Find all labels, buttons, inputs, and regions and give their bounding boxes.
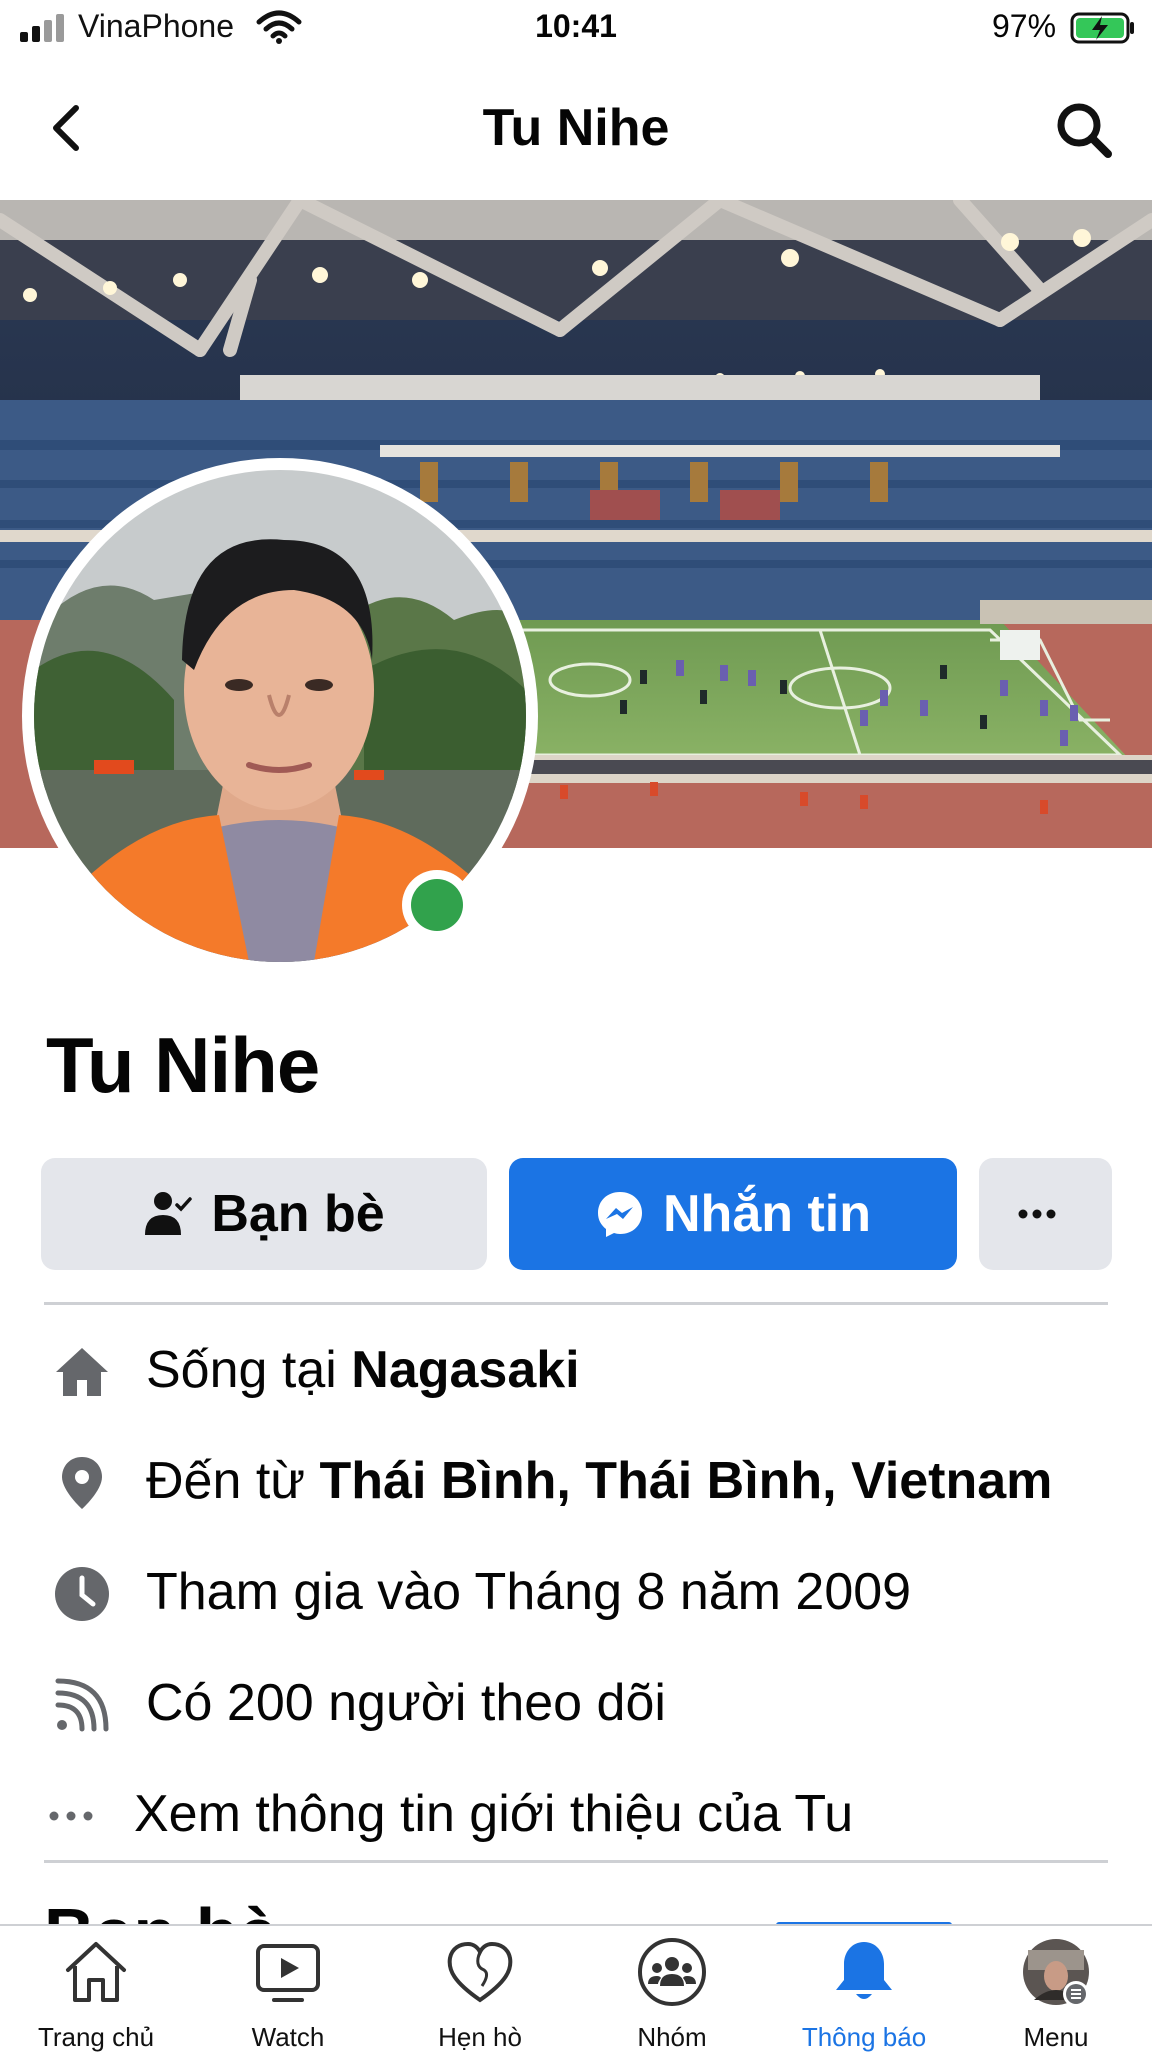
more-options-button[interactable] (979, 1158, 1112, 1270)
more-dots-icon (49, 1811, 93, 1821)
message-button-label: Nhắn tin (663, 1185, 871, 1243)
tab-home-label: Trang chủ (37, 2022, 155, 2052)
friends-button[interactable]: Bạn bè (41, 1158, 487, 1270)
section-divider (44, 1302, 1108, 1305)
video-play-icon (256, 1944, 320, 2002)
intro-joined: Tham gia vào Tháng 8 năm 2009 (0, 1542, 1152, 1642)
clock-time: 10:41 (535, 8, 617, 44)
home-icon (56, 1348, 108, 1396)
tab-groups[interactable]: Nhóm (576, 1926, 768, 2052)
section-divider-2 (44, 1860, 1108, 1863)
intro-see-about-text: Xem thông tin giới thiệu của Tu (134, 1785, 854, 1843)
page-title: Tu Nihe (482, 99, 670, 157)
search-icon[interactable] (1054, 100, 1114, 160)
tab-menu-label: Menu (1023, 2022, 1089, 2052)
friends-button-label: Bạn bè (211, 1185, 385, 1243)
location-pin-icon (62, 1457, 102, 1509)
menu-avatar-icon (1023, 1939, 1089, 2007)
groups-icon (638, 1938, 706, 2006)
top-navigation: Tu Nihe (0, 70, 1152, 185)
tab-notifications-label: Thông báo (801, 2022, 927, 2052)
tab-notifications[interactable]: Thông báo (768, 1926, 960, 2052)
intro-from-text: Đến từ Thái Bình, Thái Bình, Vietnam (146, 1452, 1053, 1510)
intro-lives-in: Sống tại Nagasaki (0, 1320, 1152, 1420)
bottom-tab-bar: Trang chủ Watch Hẹn hò Nhóm Thông báo Me… (0, 1924, 1152, 2052)
battery-charging-icon (1070, 12, 1134, 44)
messenger-icon (598, 1192, 642, 1237)
tab-dating[interactable]: Hẹn hò (384, 1926, 576, 2052)
intro-followers: Có 200 người theo dõi (0, 1653, 1152, 1753)
clock-icon (55, 1567, 109, 1621)
bell-icon (836, 1942, 892, 1999)
intro-see-about[interactable]: Xem thông tin giới thiệu của Tu (0, 1764, 1152, 1864)
tab-watch[interactable]: Watch (192, 1926, 384, 2052)
heart-icon (447, 1941, 513, 2003)
intro-followers-text: Có 200 người theo dõi (146, 1674, 666, 1732)
friends-section-heading-partial: Bạn bè (44, 1898, 344, 1926)
intro-from: Đến từ Thái Bình, Thái Bình, Vietnam (0, 1431, 1152, 1531)
intro-lives-in-text: Sống tại Nagasaki (146, 1341, 580, 1399)
status-bar: VinaPhone 10:41 97% (0, 0, 1152, 58)
friend-check-icon (145, 1192, 193, 1235)
profile-name: Tu Nihe (46, 1021, 320, 1109)
tab-dating-label: Hẹn hò (438, 2022, 522, 2052)
tab-menu[interactable]: Menu (960, 1926, 1152, 2052)
tab-home[interactable]: Trang chủ (0, 1926, 192, 2052)
more-horizontal-icon (1018, 1209, 1055, 1219)
battery-percent: 97% (992, 8, 1057, 44)
tab-groups-label: Nhóm (637, 2022, 707, 2052)
tab-watch-label: Watch (251, 2022, 325, 2052)
message-button[interactable]: Nhắn tin (509, 1158, 957, 1270)
rss-follow-icon (55, 1678, 109, 1732)
intro-joined-text: Tham gia vào Tháng 8 năm 2009 (146, 1563, 912, 1621)
online-dot (411, 879, 463, 931)
home-outline-icon (66, 1942, 126, 2002)
online-status-indicator (402, 870, 472, 940)
